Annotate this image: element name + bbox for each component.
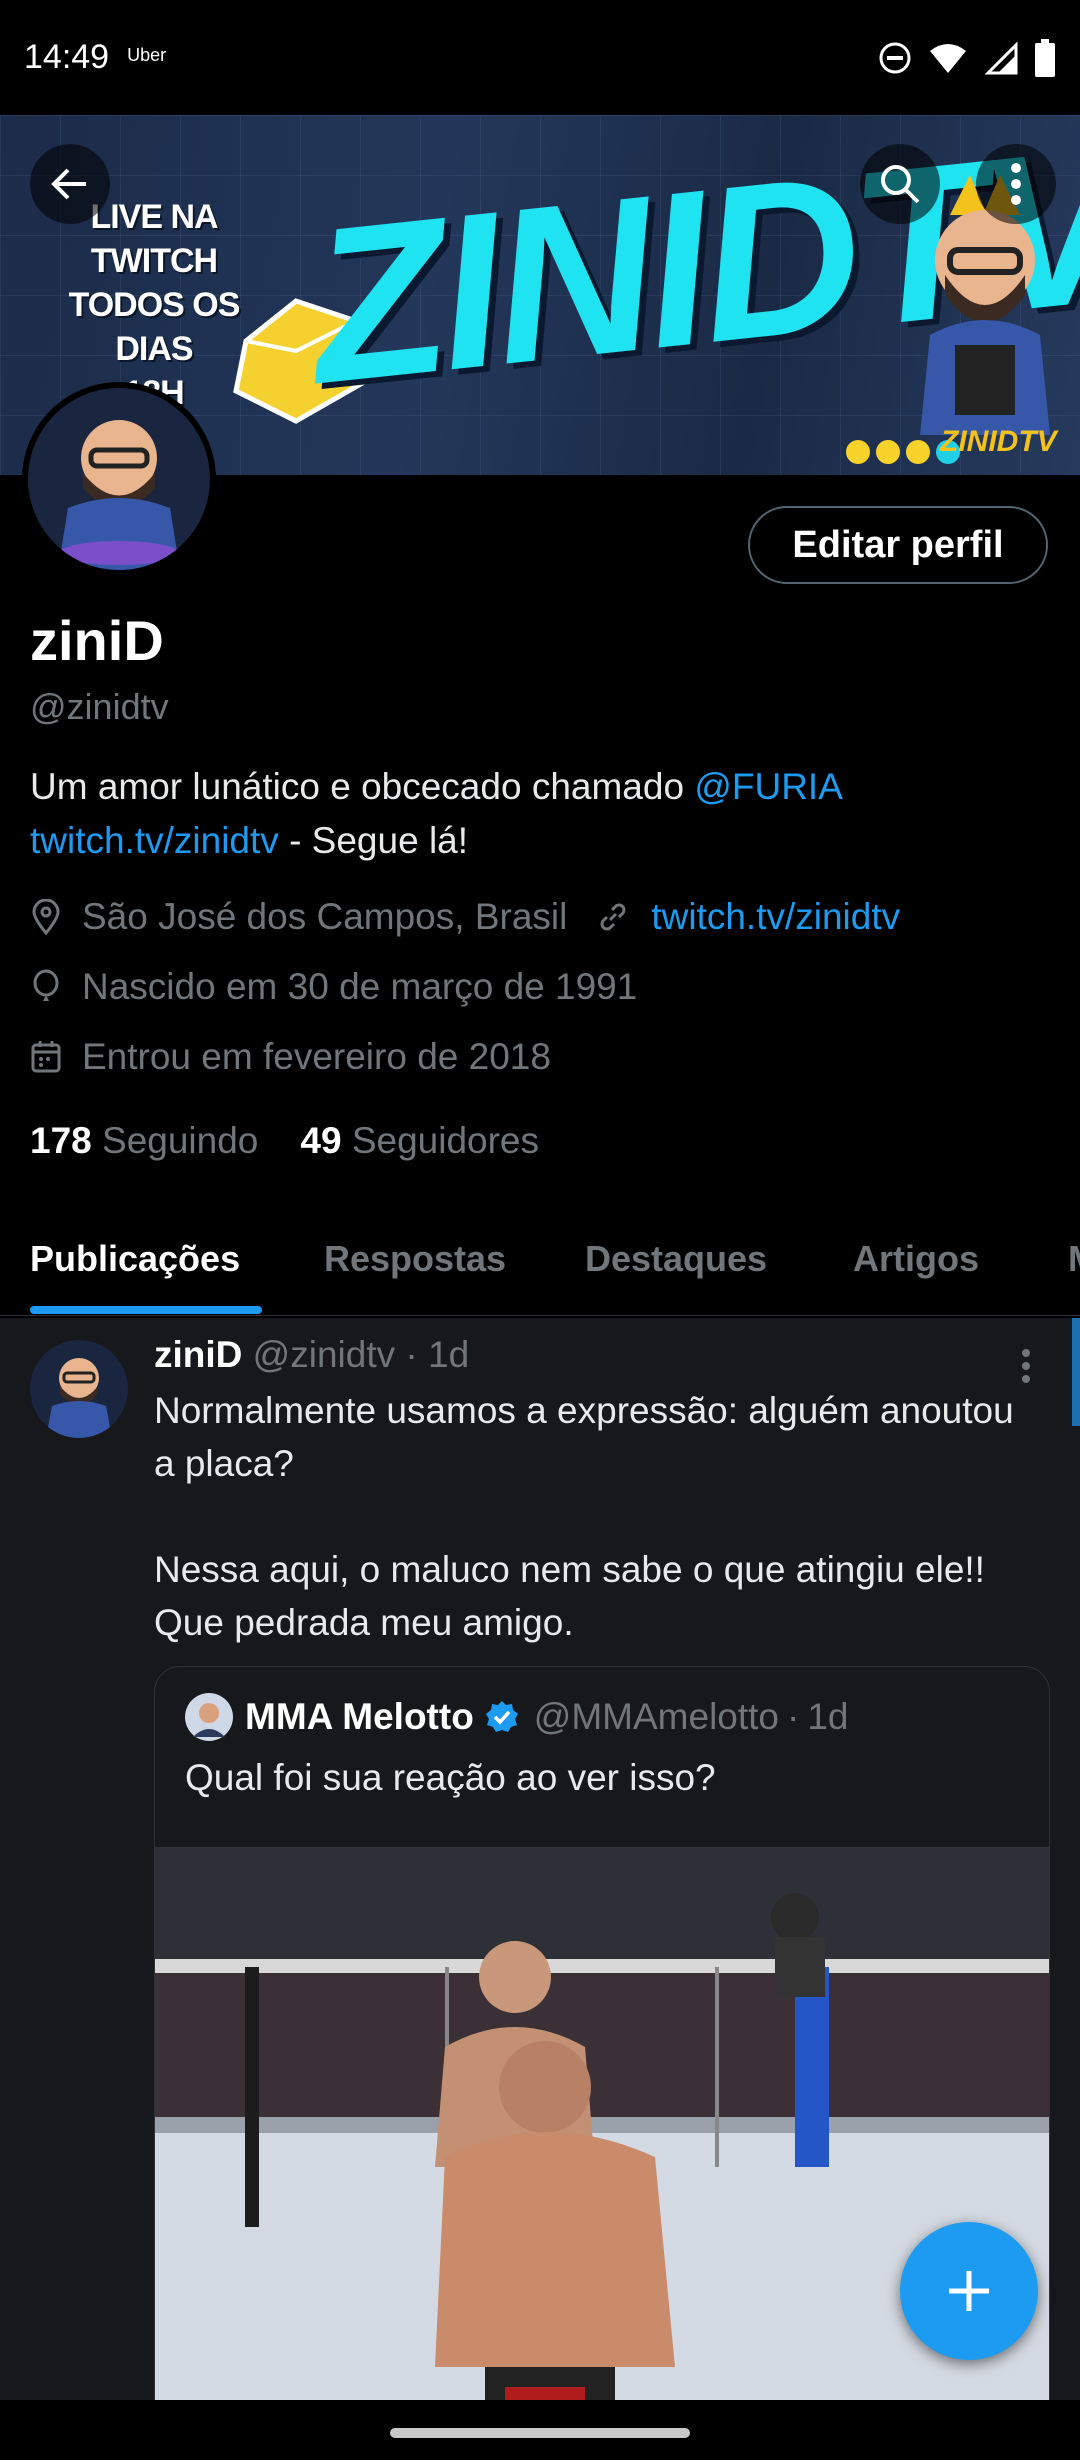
tab-respostas[interactable]: Respostas xyxy=(324,1238,506,1280)
back-button[interactable] xyxy=(30,144,110,224)
tab-publicacoes[interactable]: Publicações xyxy=(30,1238,240,1280)
tweet-header: ziniD @zinidtv · 1d xyxy=(154,1334,469,1376)
more-vert-icon xyxy=(1011,163,1021,205)
tab-artigos[interactable]: Artigos xyxy=(853,1238,979,1280)
battery-icon xyxy=(1035,38,1055,77)
following-link[interactable]: 178 Seguindo xyxy=(30,1120,258,1162)
compose-button[interactable] xyxy=(900,2222,1038,2360)
quote-separator: · xyxy=(787,1696,800,1737)
bio-text: Um amor lunático e obcecado chamado xyxy=(30,766,695,807)
profile-joined: Entrou em fevereiro de 2018 xyxy=(82,1036,551,1077)
bio-url-link[interactable]: twitch.tv/zinidtv xyxy=(30,820,279,861)
instagram-dot-icon xyxy=(906,440,930,464)
balloon-icon xyxy=(33,969,59,1001)
scroll-indicator xyxy=(1072,1318,1080,1426)
tweet-more-icon[interactable] xyxy=(1020,1348,1032,1384)
search-icon xyxy=(881,165,920,204)
profile-website-link[interactable]: twitch.tv/zinidtv xyxy=(651,896,900,938)
profile-meta-joined-row: Entrou em fevereiro de 2018 xyxy=(30,1036,551,1078)
youtube-dot-icon xyxy=(876,440,900,464)
quote-author-name: MMA Melotto xyxy=(245,1696,474,1737)
tab-midia[interactable]: M xyxy=(1068,1238,1080,1280)
tweet-avatar[interactable] xyxy=(30,1340,128,1438)
plus-icon xyxy=(949,2271,989,2311)
status-app-label: Uber xyxy=(127,45,167,65)
tweet-time: 1d xyxy=(428,1334,470,1375)
back-arrow-icon xyxy=(51,168,86,200)
quote-header: MMA Melotto @MMAmelotto · 1d xyxy=(185,1693,849,1741)
quote-media-video[interactable] xyxy=(155,1847,1049,2460)
active-tab-indicator xyxy=(30,1306,262,1314)
tweet-text: Normalmente usamos a expressão: alguém a… xyxy=(154,1390,1014,1643)
verified-badge-icon xyxy=(485,1701,518,1732)
profile-avatar[interactable] xyxy=(22,382,216,576)
profile-name: ziniD xyxy=(30,609,164,672)
profile-location: São José dos Campos, Brasil xyxy=(82,896,568,937)
more-button[interactable] xyxy=(976,144,1056,224)
twitter-dot-icon xyxy=(846,440,870,464)
followers-label: Seguidores xyxy=(351,1120,540,1161)
dnd-icon xyxy=(879,42,911,73)
tweet-author-handle[interactable]: @zinidtv xyxy=(253,1334,395,1375)
wifi-icon xyxy=(930,43,966,73)
profile-screen: 14:49 Uber LIVE NA TWITCH TODOS OS DIAS … xyxy=(0,0,1080,2460)
profile-meta-location-row: São José dos Campos, Brasil twitch.tv/zi… xyxy=(30,896,900,938)
profile-birthdate: Nascido em 30 de março de 1991 xyxy=(82,966,638,1007)
followers-count: 49 xyxy=(300,1120,342,1161)
tweet-separator: · xyxy=(405,1334,418,1375)
following-label: Seguindo xyxy=(102,1120,259,1161)
avatar-image xyxy=(28,388,210,570)
quote-author-handle: @MMAmelotto xyxy=(533,1696,780,1737)
location-pin-icon xyxy=(32,899,60,935)
quote-avatar xyxy=(185,1693,233,1741)
following-count: 178 xyxy=(30,1120,92,1161)
home-gesture-pill[interactable] xyxy=(390,2428,690,2438)
edit-profile-button[interactable]: Editar perfil xyxy=(748,506,1048,584)
status-icons xyxy=(878,38,1056,77)
followers-link[interactable]: 49 Seguidores xyxy=(300,1120,539,1162)
search-button[interactable] xyxy=(860,144,940,224)
calendar-icon xyxy=(31,1041,61,1073)
bio-mention-link[interactable]: @FURIA xyxy=(694,766,843,807)
streamer-mascot xyxy=(920,175,1050,435)
status-bar: 14:49 Uber xyxy=(0,0,1080,115)
link-icon xyxy=(600,903,626,931)
tweet-author-name[interactable]: ziniD xyxy=(154,1334,242,1375)
profile-meta-birth-row: Nascido em 30 de março de 1991 xyxy=(30,966,637,1008)
system-nav-bar xyxy=(0,2400,1080,2460)
follow-stats: 178 Seguindo 49 Seguidores xyxy=(30,1120,539,1162)
quote-time: 1d xyxy=(807,1696,849,1737)
tab-destaques[interactable]: Destaques xyxy=(585,1238,767,1280)
profile-bio: Um amor lunático e obcecado chamado @FUR… xyxy=(30,760,1050,868)
signal-icon xyxy=(984,40,1018,74)
status-time: 14:49 xyxy=(24,38,110,76)
quote-text: Qual foi sua reação ao ver isso? xyxy=(185,1757,716,1798)
quoted-tweet[interactable]: MMA Melotto @MMAmelotto · 1d Qual foi su… xyxy=(154,1666,1050,2460)
profile-handle: @zinidtv xyxy=(30,686,169,727)
bio-suffix: - Segue lá! xyxy=(278,820,469,861)
banner-sub-logo: ZINIDTV xyxy=(940,425,1057,458)
profile-tabs: Publicações Respostas Destaques Artigos … xyxy=(0,1210,1080,1316)
